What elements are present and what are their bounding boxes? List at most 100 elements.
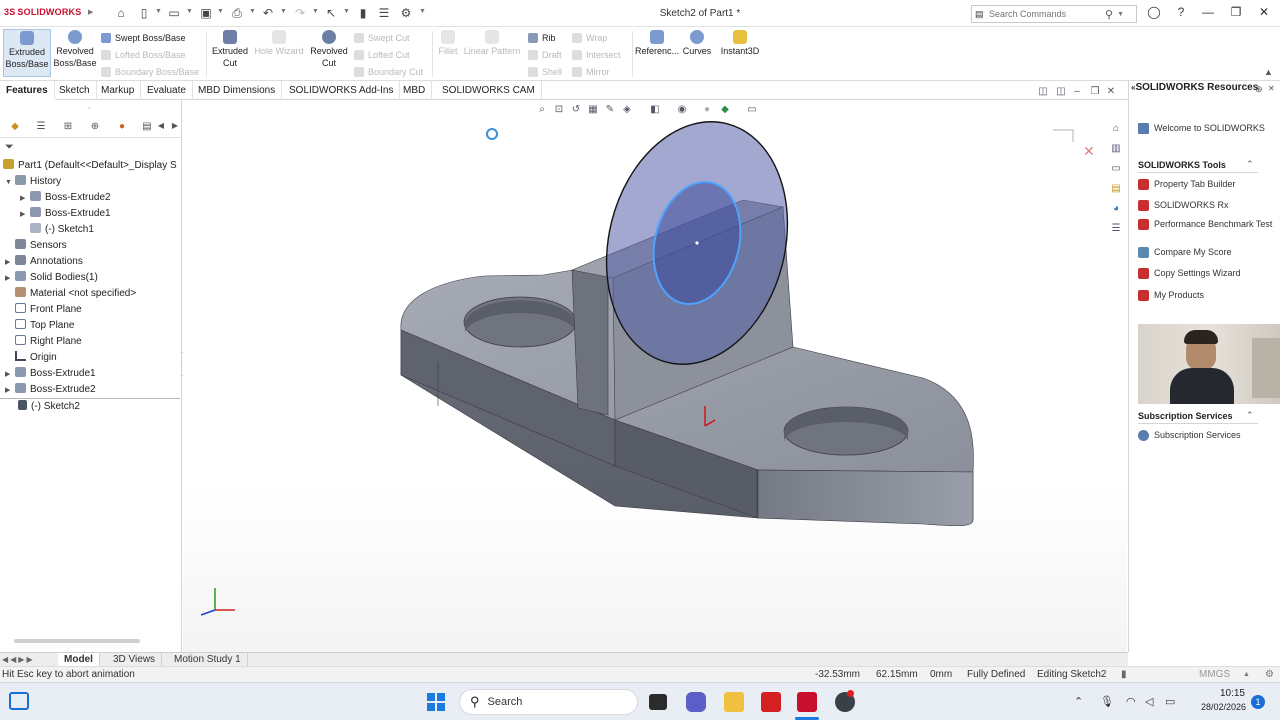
tab-scroll-icon[interactable]: ◀◀▶▶ xyxy=(2,655,35,664)
draft-button[interactable]: Draft xyxy=(528,47,562,62)
tree-item-right-plane[interactable]: Right Plane xyxy=(0,334,180,350)
linear-pattern-button[interactable]: Linear Pattern xyxy=(462,29,522,77)
tab-markup[interactable]: Markup xyxy=(95,81,142,100)
tab-mbd-dimensions[interactable]: MBD Dimensions xyxy=(192,81,283,100)
home-icon[interactable]: ⌂ xyxy=(1109,123,1123,137)
tool-link-performance-benchmark[interactable]: Performance Benchmark Test xyxy=(1138,219,1278,230)
redo-icon[interactable]: ↷ xyxy=(292,5,308,21)
viewport-minimize-icon[interactable]: – xyxy=(1070,86,1084,98)
tree-root-part[interactable]: Part1 (Default<<Default>_Display S xyxy=(0,158,180,174)
collapse-section-icon[interactable]: ⌃ xyxy=(1246,159,1254,170)
tree-item-solid-bodies[interactable]: ▶ Solid Bodies(1) xyxy=(0,270,180,286)
view-palette-icon[interactable]: ▤ xyxy=(1109,183,1123,197)
view-orientation-icon[interactable]: ◈ xyxy=(620,104,634,116)
tree-item-annotations[interactable]: ▶ Annotations xyxy=(0,254,180,270)
chevron-down-icon[interactable]: ▼ xyxy=(280,8,287,15)
tab-3d-views[interactable]: 3D Views xyxy=(107,653,163,667)
previous-view-icon[interactable]: ↺ xyxy=(569,104,583,116)
chevron-down-icon[interactable]: ▼ xyxy=(343,8,350,15)
dynamic-annotation-icon[interactable]: ✎ xyxy=(603,104,617,116)
volume-icon[interactable]: ◁ xyxy=(1145,695,1153,708)
boundary-boss-button[interactable]: Boundary Boss/Base xyxy=(101,64,199,79)
close-icon[interactable]: ✕ xyxy=(1254,5,1274,21)
tree-item-front-plane[interactable]: Front Plane xyxy=(0,302,180,318)
mirror-button[interactable]: Mirror xyxy=(572,64,610,79)
viewport-restore-icon[interactable]: ❐ xyxy=(1088,86,1102,98)
rebuild-icon[interactable]: ▮ xyxy=(355,5,371,21)
chevron-up-icon[interactable]: ⌃ xyxy=(1074,695,1083,708)
open-folder-icon[interactable]: ▭ xyxy=(166,5,182,21)
clock-time[interactable]: 10:15 xyxy=(1211,688,1245,699)
minimize-icon[interactable]: — xyxy=(1198,5,1218,21)
expand-icon[interactable]: ▶ xyxy=(5,367,13,382)
tab-mbd[interactable]: MBD xyxy=(397,81,433,100)
collapse-section-icon[interactable]: ⌃ xyxy=(1246,410,1254,421)
tools-section-header[interactable]: SOLIDWORKS Tools xyxy=(1138,160,1258,173)
boundary-cut-button[interactable]: Boundary Cut xyxy=(354,64,423,79)
menu-arrow-icon[interactable]: ▶ xyxy=(88,8,93,16)
file-explorer-icon[interactable]: ▭ xyxy=(1109,163,1123,177)
chevron-up-icon[interactable]: ▲ xyxy=(1243,671,1250,678)
search-mode-icon[interactable]: ▤ xyxy=(975,9,989,20)
teams-icon[interactable] xyxy=(686,692,706,712)
notification-badge[interactable]: 1 xyxy=(1251,695,1265,709)
rebuild-status-icon[interactable]: ▮ xyxy=(1121,669,1127,680)
revolved-boss-button[interactable]: Revolved Boss/Base xyxy=(52,29,98,77)
property-manager-icon[interactable]: ☰ xyxy=(33,121,49,135)
zoom-to-fit-icon[interactable]: ⌕ xyxy=(535,104,549,116)
extruded-boss-button[interactable]: Extruded Boss/Base xyxy=(3,29,51,77)
restore-icon[interactable]: ❐ xyxy=(1226,5,1246,21)
display-style-icon[interactable]: ◧ xyxy=(648,104,662,116)
search-commands-input[interactable] xyxy=(989,9,1105,19)
tree-item-sensors[interactable]: Sensors xyxy=(0,238,180,254)
revolved-cut-button[interactable]: Revolved Cut xyxy=(309,29,349,77)
tool-link-solidworks-rx[interactable]: SOLIDWORKS Rx xyxy=(1138,200,1278,211)
expand-icon[interactable]: ▶ xyxy=(5,255,13,270)
search-commands-field[interactable]: ▤ ⚲ ▼ xyxy=(971,5,1137,23)
file-explorer-icon[interactable] xyxy=(724,692,744,712)
customize-icon[interactable]: ⚙ xyxy=(1265,669,1274,680)
chevron-down-icon[interactable]: ▼ xyxy=(155,8,162,15)
graphics-area[interactable]: ✕ xyxy=(183,100,1127,652)
chevron-down-icon[interactable]: ▼ xyxy=(312,8,319,15)
hide-show-icon[interactable]: ◉ xyxy=(675,104,689,116)
print-icon[interactable]: ⎙ xyxy=(229,5,245,21)
wifi-icon[interactable]: ◠ xyxy=(1126,695,1136,708)
lofted-boss-button[interactable]: Lofted Boss/Base xyxy=(101,47,186,62)
subscription-services-link[interactable]: Subscription Services xyxy=(1138,430,1278,441)
collapse-ribbon-icon[interactable]: ▲ xyxy=(1264,67,1273,77)
expand-icon[interactable]: ▶ xyxy=(5,383,13,398)
filter-icon[interactable]: ⏷ xyxy=(5,141,14,154)
pin-icon[interactable]: ⊕ xyxy=(1255,84,1263,95)
appearances-icon[interactable]: ◕ xyxy=(1109,203,1123,217)
exit-sketch-icon[interactable]: ✕ xyxy=(1083,143,1095,159)
tool-link-property-tab-builder[interactable]: Property Tab Builder xyxy=(1138,179,1278,190)
reference-geometry-button[interactable]: Referenc... xyxy=(635,29,679,77)
close-task-pane-icon[interactable]: ✕ xyxy=(1268,84,1275,93)
curves-button[interactable]: Curves xyxy=(681,29,713,77)
confirm-corner-icon[interactable] xyxy=(1053,129,1074,142)
rib-button[interactable]: Rib xyxy=(528,30,556,45)
configuration-manager-icon[interactable]: ⊞ xyxy=(60,121,76,135)
chevron-down-icon[interactable]: ▼ xyxy=(217,8,224,15)
battery-icon[interactable]: ▭ xyxy=(1165,695,1175,708)
viewport-pin-icon[interactable]: ◫ xyxy=(1054,86,1068,98)
tree-item-history-boss-extrude2[interactable]: ▶ Boss-Extrude2 xyxy=(0,190,180,206)
panel-grip-icon[interactable]: ◦ xyxy=(88,105,90,112)
zoom-area-icon[interactable]: ⊡ xyxy=(552,104,566,116)
intersect-button[interactable]: Intersect xyxy=(572,47,621,62)
hole-wizard-button[interactable]: Hole Wizard xyxy=(253,29,305,77)
view-triad[interactable] xyxy=(200,588,235,616)
viewport-layout-icon[interactable]: ◫ xyxy=(1036,86,1050,98)
expand-icon[interactable]: ▶ xyxy=(5,271,13,286)
tree-item-origin[interactable]: Origin xyxy=(0,350,180,366)
solidworks-taskbar-icon[interactable] xyxy=(797,692,817,712)
wrap-button[interactable]: Wrap xyxy=(572,30,607,45)
model-view[interactable]: ✕ xyxy=(183,100,1127,652)
taskbar-search[interactable]: ⚲ Search xyxy=(459,689,638,715)
tab-motion-study[interactable]: Motion Study 1 xyxy=(168,653,248,667)
tree-item-history-sketch1[interactable]: (-) Sketch1 xyxy=(0,222,180,238)
expand-icon[interactable]: ▶ xyxy=(20,207,28,222)
expand-icon[interactable]: ▼ xyxy=(5,175,13,190)
save-icon[interactable]: ▣ xyxy=(198,5,214,21)
